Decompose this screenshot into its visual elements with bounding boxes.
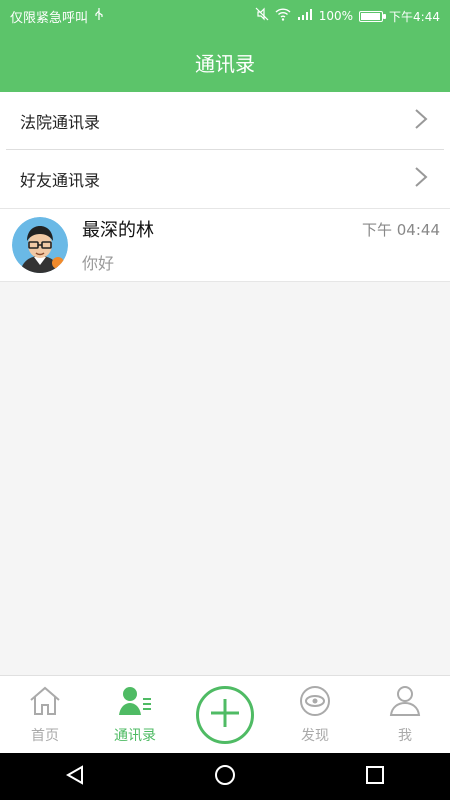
add-button[interactable] [196, 685, 254, 744]
square-icon [364, 764, 386, 790]
home-nav-button[interactable] [205, 757, 245, 797]
status-right: 100% 下午4:44 [255, 7, 440, 25]
tab-home[interactable]: 首页 [0, 685, 90, 745]
person-icon [388, 685, 422, 721]
chevron-right-icon [414, 109, 428, 133]
content-area: 法院通讯录 好友通讯录 最深的林 你好 下午 04:44 [0, 92, 450, 675]
circle-home-icon [213, 763, 237, 791]
wifi-icon [275, 7, 291, 25]
battery-percent: 100% [318, 9, 354, 23]
status-bar: 仅限紧急呼叫 100% 下午4:44 [0, 0, 450, 32]
menu-item-friend-contacts[interactable]: 好友通讯录 [0, 150, 450, 208]
add-icon [208, 696, 242, 734]
mute-icon [255, 7, 269, 25]
contacts-icon [117, 685, 153, 721]
bottom-tab-bar: 首页 通讯录 发现 我 [0, 675, 450, 753]
tab-me[interactable]: 我 [360, 685, 450, 745]
chevron-right-icon [414, 167, 428, 191]
back-button[interactable] [55, 757, 95, 797]
chat-list-item[interactable]: 最深的林 你好 下午 04:44 [0, 208, 450, 282]
message-time: 下午 04:44 [362, 221, 440, 239]
menu-item-label: 好友通讯录 [20, 171, 101, 190]
back-icon [64, 764, 86, 790]
tab-label: 发现 [301, 727, 329, 744]
carrier-text: 仅限紧急呼叫 [10, 10, 89, 26]
status-left: 仅限紧急呼叫 [10, 7, 104, 26]
home-icon [28, 685, 62, 721]
message-preview: 你好 [82, 254, 115, 273]
tab-label: 我 [398, 727, 412, 744]
tab-discover[interactable]: 发现 [270, 685, 360, 745]
status-time: 下午4:44 [389, 9, 440, 24]
battery-icon [359, 10, 387, 22]
menu-item-label: 法院通讯录 [20, 113, 101, 132]
usb-icon [94, 7, 104, 25]
tab-label: 首页 [31, 727, 59, 744]
app-header: 通讯录 [0, 32, 450, 92]
signal-icon [297, 8, 313, 25]
menu-item-court-contacts[interactable]: 法院通讯录 [0, 92, 450, 150]
system-nav-bar [0, 753, 450, 800]
avatar [12, 217, 68, 273]
tab-add[interactable] [180, 685, 270, 744]
tab-contacts[interactable]: 通讯录 [90, 685, 180, 745]
page-title: 通讯录 [195, 51, 255, 76]
tab-label: 通讯录 [114, 727, 156, 744]
recents-button[interactable] [355, 757, 395, 797]
eye-icon [298, 685, 332, 721]
